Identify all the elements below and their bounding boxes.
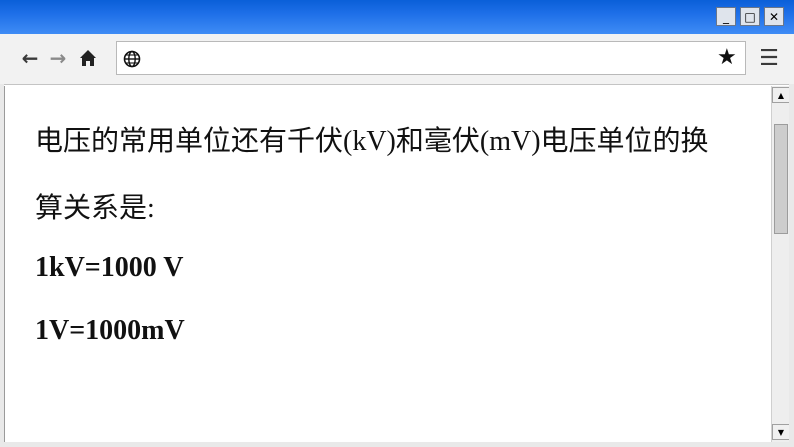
vertical-scrollbar[interactable]: ▲ ▼ (771, 86, 790, 442)
menu-button[interactable]: ☰ (756, 44, 782, 72)
home-icon (80, 50, 96, 66)
paragraph-line-2: 算关系是: (35, 193, 155, 224)
browser-toolbar: ← → ★ ☰ (0, 34, 794, 85)
formula-kv: 1kV=1000 V (35, 252, 184, 283)
paragraph-line-1: 电压的常用单位还有千伏(kV)和毫伏(mV)电压单位的换 (35, 126, 709, 157)
scroll-down-button[interactable]: ▼ (772, 424, 790, 440)
forward-arrow-icon: → (49, 46, 67, 70)
bookmark-star-icon[interactable]: ★ (717, 45, 737, 70)
scrollbar-thumb[interactable] (774, 124, 788, 234)
scroll-up-arrow-icon: ▲ (777, 90, 785, 100)
back-arrow-icon: ← (21, 46, 39, 70)
formula-mv: 1V=1000mV (35, 315, 185, 346)
close-icon: ✕ (768, 9, 780, 24)
maximize-button[interactable]: □ (740, 7, 760, 26)
close-button[interactable]: ✕ (764, 7, 784, 26)
back-button[interactable]: ← (17, 44, 43, 72)
hamburger-menu-icon: ☰ (759, 45, 779, 71)
address-bar[interactable]: ★ (116, 41, 746, 75)
scroll-up-button[interactable]: ▲ (772, 87, 790, 103)
forward-button[interactable]: → (45, 44, 71, 72)
window-frame-right (789, 84, 794, 447)
globe-icon (123, 50, 141, 68)
maximize-icon: □ (744, 9, 756, 24)
minimize-icon: _ (723, 9, 729, 24)
home-button[interactable] (75, 44, 101, 72)
scroll-down-arrow-icon: ▼ (777, 427, 785, 437)
window-frame-bottom (0, 442, 794, 447)
page-content: 电压的常用单位还有千伏(kV)和毫伏(mV)电压单位的换 算关系是: 1kV=1… (4, 86, 771, 442)
window-title-bar: _ □ ✕ (0, 0, 794, 34)
minimize-button[interactable]: _ (716, 7, 736, 26)
